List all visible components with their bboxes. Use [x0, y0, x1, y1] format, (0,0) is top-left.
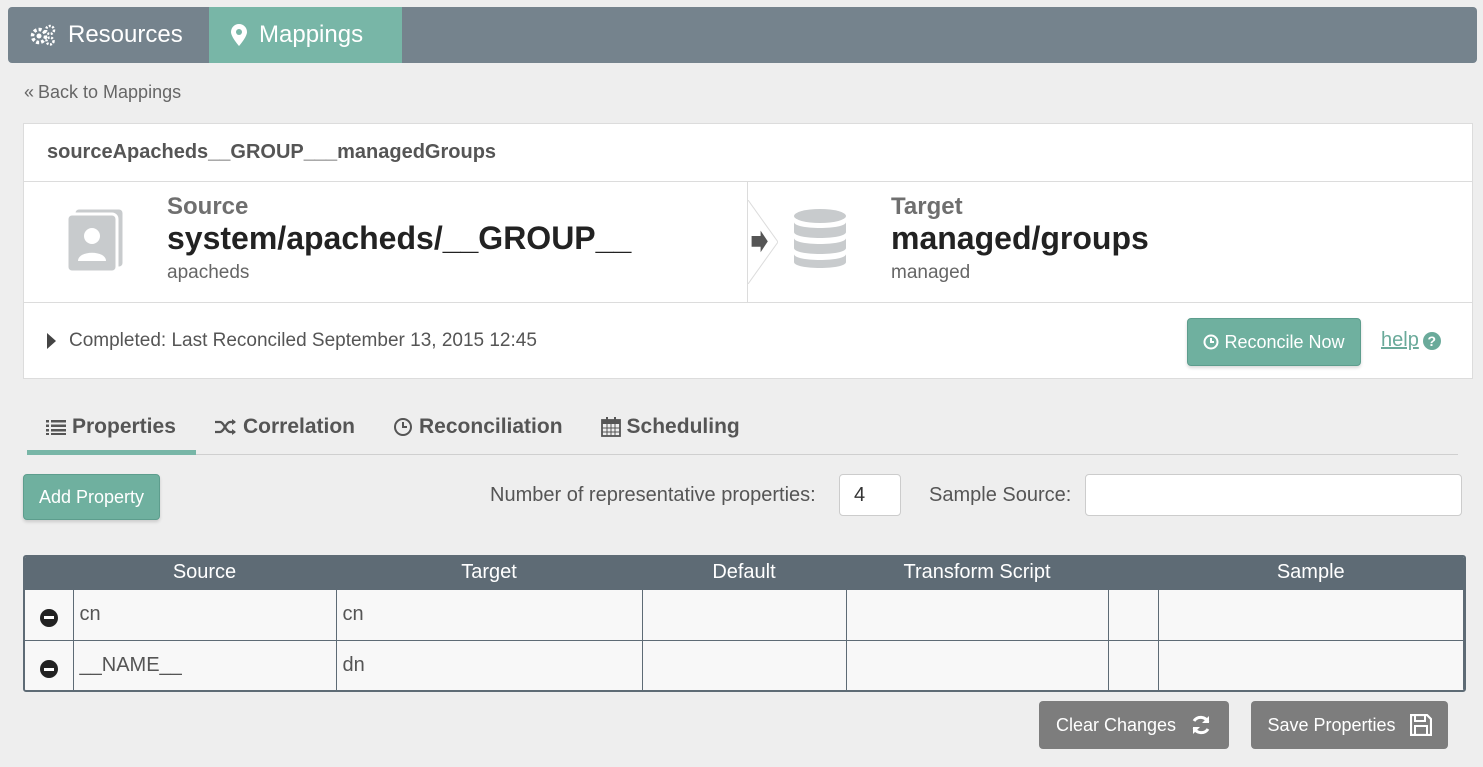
mapping-panel: sourceApacheds__GROUP___managedGroups So…: [23, 123, 1473, 379]
default-cell[interactable]: [641, 639, 847, 690]
help-link[interactable]: help ?: [1381, 329, 1441, 352]
properties-grid: Source Target Default Transform Script S…: [23, 555, 1466, 692]
transform-cell[interactable]: [845, 588, 1109, 641]
caret-right-icon: [47, 332, 56, 349]
tab-correlation[interactable]: Correlation: [196, 400, 374, 454]
default-cell[interactable]: [641, 588, 847, 641]
tab-label: Correlation: [243, 415, 356, 438]
reconcile-now-button[interactable]: Reconcile Now: [1187, 318, 1361, 366]
nav-tab-resources[interactable]: Resources: [8, 7, 209, 63]
tab-label: Properties: [72, 415, 176, 438]
nav-tab-label: Resources: [68, 21, 183, 48]
tab-reconciliation[interactable]: Reconciliation: [374, 400, 582, 454]
source-connector: apacheds: [167, 262, 250, 283]
nav-tab-mappings[interactable]: Mappings: [209, 7, 402, 63]
double-chevron-left-icon: «: [24, 82, 35, 102]
sample-cell: [1157, 588, 1464, 641]
reconcile-now-label: Reconcile Now: [1224, 331, 1345, 352]
target-cell[interactable]: cn: [335, 588, 643, 641]
map-marker-icon: [231, 24, 247, 46]
transform-cell[interactable]: [845, 639, 1109, 690]
refresh-icon: [1190, 714, 1212, 736]
source-name: system/apacheds/__GROUP__: [167, 220, 632, 256]
target-name: managed/groups: [891, 220, 1149, 256]
mapping-title: sourceApacheds__GROUP___managedGroups: [24, 124, 1472, 182]
list-icon: [46, 419, 66, 435]
source-system-icon: [65, 206, 126, 277]
gears-icon: [30, 24, 56, 46]
mapping-endpoints: Source system/apacheds/__GROUP__ apached…: [24, 182, 1472, 303]
database-icon: [792, 208, 848, 275]
row-action-cell: [25, 588, 74, 641]
row-action-cell: [25, 639, 74, 690]
add-property-button[interactable]: Add Property: [23, 474, 160, 520]
tab-label: Scheduling: [626, 415, 740, 438]
sample-source-label: Sample Source:: [929, 484, 1072, 506]
reconcile-status-row: Completed: Last Reconciled September 13,…: [24, 303, 1472, 378]
remove-circle-icon[interactable]: [39, 660, 58, 678]
clear-changes-label: Clear Changes: [1055, 714, 1177, 735]
sample-cell: [1157, 639, 1464, 690]
grid-header-default[interactable]: Default: [642, 557, 846, 589]
target-label: Target: [891, 193, 963, 220]
floppy-disk-icon: [1409, 714, 1432, 736]
sample-source-input[interactable]: [1085, 474, 1462, 516]
mapping-tabs: Properties Correlation Reconciliation Sc…: [27, 400, 1458, 455]
back-link-label: Back to Mappings: [38, 82, 182, 102]
grid-header-extra: [1108, 557, 1158, 589]
reconcile-status-toggle[interactable]: Completed: Last Reconciled September 13,…: [47, 330, 537, 352]
num-properties-input[interactable]: [839, 474, 901, 516]
extra-cell: [1107, 588, 1159, 641]
nav-tab-label: Mappings: [259, 21, 364, 48]
grid-header-source[interactable]: Source: [73, 557, 336, 589]
clock-icon: [1203, 334, 1219, 350]
grid-header-transform[interactable]: Transform Script: [846, 557, 1108, 589]
grid-header-sample[interactable]: Sample: [1158, 557, 1464, 589]
source-cell[interactable]: cn: [72, 588, 337, 641]
tab-scheduling[interactable]: Scheduling: [582, 400, 759, 454]
remove-circle-icon[interactable]: [39, 608, 58, 627]
source-cell[interactable]: __NAME__: [72, 639, 337, 690]
target-endpoint: Target managed/groups managed: [748, 182, 1472, 302]
question-circle-icon: ?: [1422, 331, 1441, 350]
num-properties-label: Number of representative properties:: [490, 484, 816, 506]
grid-header-action: [25, 557, 73, 589]
help-label: help: [1381, 329, 1419, 351]
target-cell[interactable]: dn: [335, 639, 643, 690]
clear-changes-button[interactable]: Clear Changes: [1039, 701, 1229, 749]
back-to-mappings-link[interactable]: « Back to Mappings: [24, 82, 181, 103]
table-row[interactable]: __NAME__ dn: [25, 639, 1464, 690]
source-label: Source: [167, 193, 249, 220]
calendar-icon: [600, 417, 621, 437]
extra-cell: [1107, 639, 1159, 690]
clock-icon: [393, 417, 413, 437]
save-properties-label: Save Properties: [1267, 714, 1396, 735]
top-navbar: Resources Mappings: [8, 7, 1477, 63]
tab-label: Reconciliation: [419, 415, 563, 438]
source-endpoint: Source system/apacheds/__GROUP__ apached…: [24, 182, 748, 302]
table-row[interactable]: cn cn: [25, 588, 1464, 641]
reconcile-status-text: Completed: Last Reconciled September 13,…: [69, 329, 537, 351]
target-type: managed: [891, 262, 971, 283]
grid-header-row: Source Target Default Transform Script S…: [25, 557, 1464, 589]
tab-properties[interactable]: Properties: [27, 400, 196, 455]
shuffle-icon: [215, 419, 237, 435]
save-properties-button[interactable]: Save Properties: [1251, 701, 1448, 749]
grid-header-target[interactable]: Target: [336, 557, 642, 589]
